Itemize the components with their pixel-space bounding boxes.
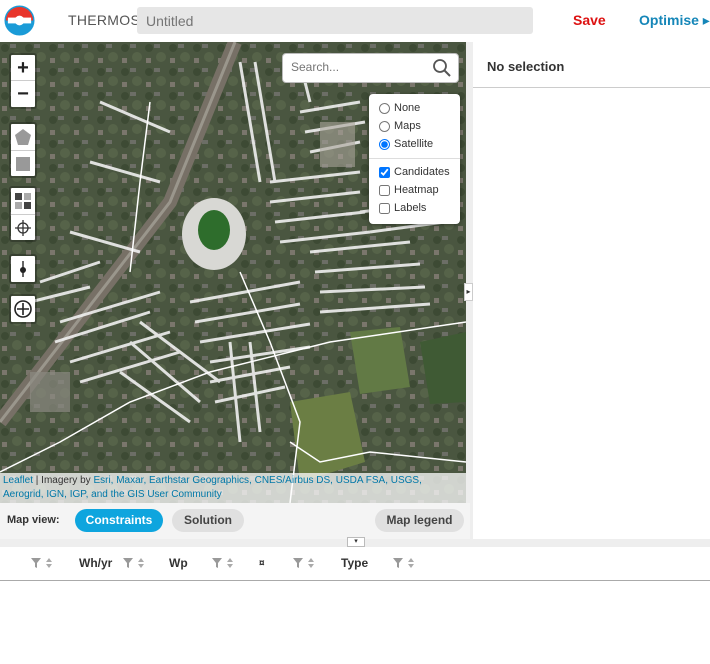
- zoom-in-button[interactable]: +: [11, 55, 35, 81]
- draw-tools: [9, 122, 37, 178]
- basemap-maps-radio[interactable]: [379, 120, 390, 132]
- table-header: Wh/yr Wp ¤ Type: [0, 547, 710, 581]
- grid-select-icon[interactable]: [11, 188, 35, 214]
- overlay-candidates-checkbox[interactable]: [379, 166, 390, 178]
- basemap-none-radio[interactable]: [379, 102, 390, 114]
- map-legend-button[interactable]: Map legend: [375, 509, 464, 532]
- save-button[interactable]: Save: [573, 12, 606, 28]
- solution-tab[interactable]: Solution: [172, 509, 244, 532]
- draw-polygon-icon[interactable]: [11, 124, 35, 150]
- filter-sort-icon[interactable]: [122, 557, 146, 569]
- map-search: [282, 53, 459, 83]
- basemap-maps-option[interactable]: Maps: [379, 120, 421, 132]
- draw-line-icon[interactable]: [11, 256, 35, 282]
- basemap-satellite-option[interactable]: Satellite: [379, 138, 433, 150]
- basemap-none-option[interactable]: None: [379, 102, 420, 114]
- search-input[interactable]: [291, 60, 431, 74]
- locate-tool: [9, 294, 37, 324]
- constraints-tab[interactable]: Constraints: [75, 509, 163, 532]
- select-tools: [9, 186, 37, 242]
- map-view-bar: Map view: Constraints Solution Map legen…: [0, 503, 470, 539]
- add-point-icon[interactable]: [11, 296, 35, 322]
- panel-divider: [473, 87, 710, 88]
- overlay-labels-checkbox[interactable]: [379, 202, 390, 214]
- project-title-input[interactable]: [137, 7, 533, 34]
- column-header-wh-yr: Wh/yr: [79, 556, 113, 570]
- overlay-labels-option[interactable]: Labels: [379, 202, 426, 214]
- top-bar: THERMOS Save Optimise ▸: [0, 0, 710, 42]
- zoom-out-button[interactable]: −: [11, 81, 35, 107]
- overlay-candidates-option[interactable]: Candidates: [379, 166, 450, 178]
- thermos-logo-icon[interactable]: [4, 5, 35, 36]
- overlay-heatmap-option[interactable]: Heatmap: [379, 184, 439, 196]
- attribution-separator: | Imagery by: [33, 475, 94, 486]
- column-header-type: Type: [341, 556, 369, 570]
- overlay-heatmap-checkbox[interactable]: [379, 184, 390, 196]
- filter-sort-icon[interactable]: [30, 557, 54, 569]
- leaflet-link[interactable]: Leaflet: [3, 475, 33, 486]
- layers-control: None Maps Satellite Candidates Heatmap L…: [369, 94, 460, 224]
- collapse-panel-icon[interactable]: ▸: [464, 283, 473, 301]
- layers-divider: [369, 158, 460, 159]
- filter-sort-icon[interactable]: [392, 557, 416, 569]
- line-tool: [9, 254, 37, 284]
- zoom-control: + −: [9, 53, 37, 109]
- selection-title: No selection: [487, 59, 565, 74]
- basemap-satellite-radio[interactable]: [379, 138, 390, 150]
- filter-sort-icon[interactable]: [211, 557, 235, 569]
- column-header-cost: ¤: [259, 558, 265, 569]
- column-header-wp: Wp: [169, 556, 188, 570]
- crosshair-icon[interactable]: [11, 214, 35, 240]
- search-icon[interactable]: [432, 58, 452, 78]
- app-name: THERMOS: [68, 12, 141, 28]
- filter-sort-icon[interactable]: [292, 557, 316, 569]
- map-view-label: Map view:: [7, 514, 60, 526]
- draw-rectangle-icon[interactable]: [11, 150, 35, 176]
- optimise-button[interactable]: Optimise ▸: [639, 12, 710, 29]
- collapse-table-icon[interactable]: ▾: [347, 537, 365, 547]
- map-view[interactable]: + − Search... None Maps Satellite Candid…: [0, 42, 466, 503]
- selection-panel: No selection: [473, 42, 710, 539]
- map-attribution: Leaflet | Imagery by Esri, Maxar, Earths…: [0, 473, 466, 503]
